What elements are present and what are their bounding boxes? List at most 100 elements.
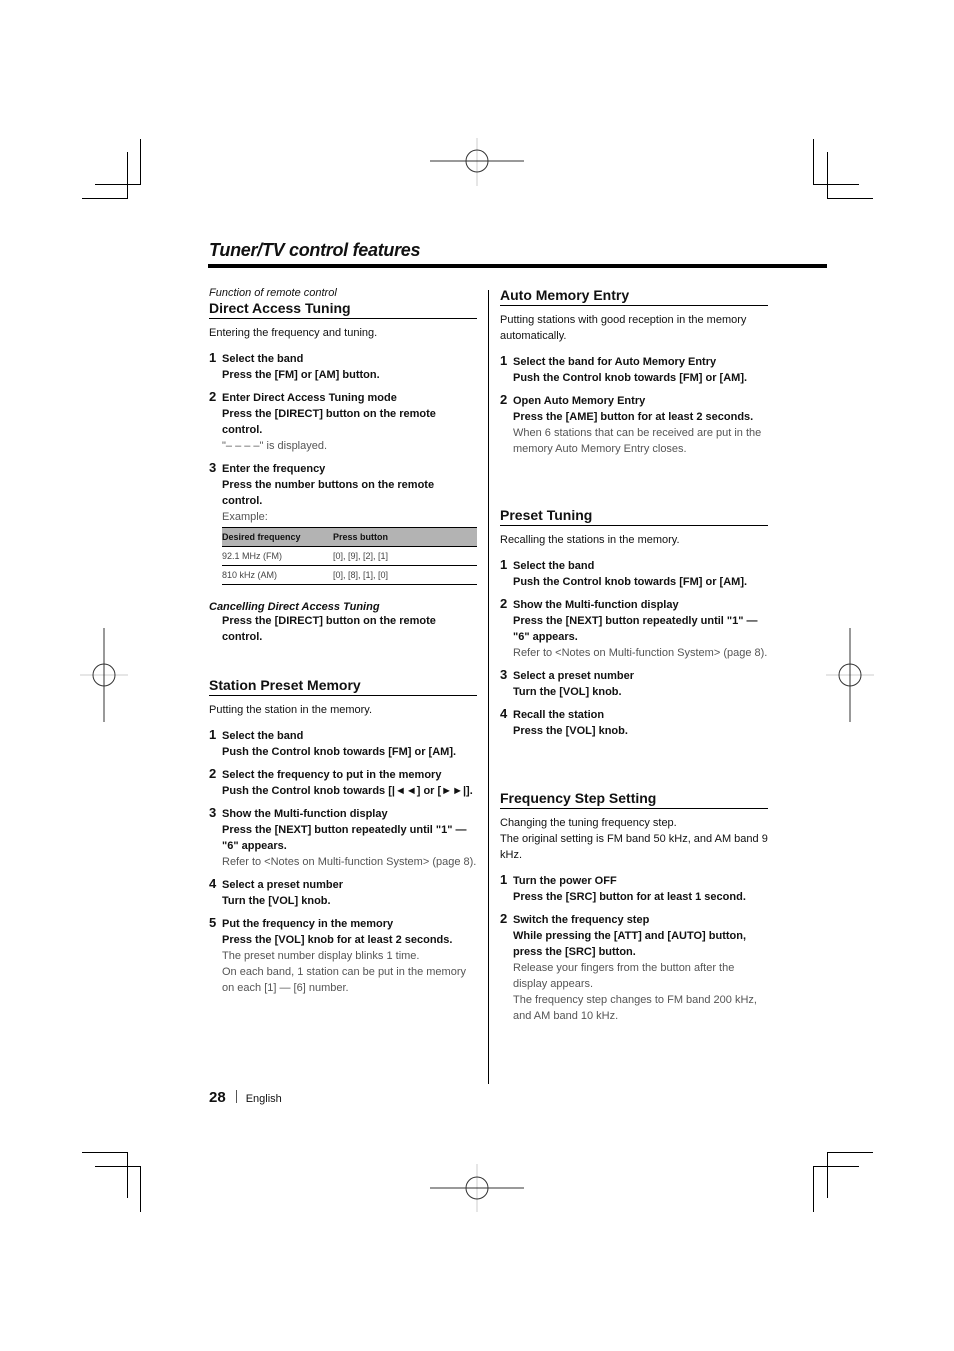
sub-heading: Cancelling Direct Access Tuning xyxy=(209,601,380,613)
step-title: Put the frequency in the memory xyxy=(222,918,394,930)
section-intro: Changing the tuning frequency step. The … xyxy=(500,817,768,861)
step-action: Push the Control knob towards [|◄◄] or [… xyxy=(222,785,473,797)
step-number: 1 xyxy=(500,872,508,887)
step-action: Push the Control knob towards [FM] or [A… xyxy=(513,372,748,384)
step-number: 2 xyxy=(209,389,217,404)
page-footer: 28 English xyxy=(209,1089,282,1106)
title-rule xyxy=(208,264,827,268)
step-title: Turn the power OFF xyxy=(513,875,617,887)
section-heading: Frequency Step Setting xyxy=(500,790,768,809)
step-action: Press the number buttons on the remote c… xyxy=(222,479,435,507)
section-intro: Putting stations with good reception in … xyxy=(500,314,747,342)
step-title: Enter Direct Access Tuning mode xyxy=(222,392,397,404)
step-number: 2 xyxy=(500,596,508,611)
registration-mark-bottom xyxy=(430,1164,524,1212)
step-title: Recall the station xyxy=(513,709,605,721)
step-number: 3 xyxy=(209,460,217,475)
step-number: 1 xyxy=(209,350,217,365)
example-table: Desired frequency Press button 92.1 MHz … xyxy=(222,527,477,585)
step: 1 Select the band Press the [FM] or [AM]… xyxy=(209,350,477,383)
table-cell: 810 kHz (AM) xyxy=(222,565,333,585)
section-heading: Preset Tuning xyxy=(500,507,768,526)
registration-mark-right xyxy=(826,628,874,722)
step: 2 Select the frequency to put in the mem… xyxy=(209,766,477,799)
step-action: Press the [NEXT] button repeatedly until… xyxy=(222,824,467,852)
step-title: Select the band xyxy=(222,730,304,742)
section-heading: Station Preset Memory xyxy=(209,677,477,696)
step-action: Press the [VOL] knob. xyxy=(513,725,628,737)
step-note: Release your fingers from the button aft… xyxy=(513,962,757,1022)
page-number: 28 xyxy=(209,1089,226,1106)
step-number: 5 xyxy=(209,915,217,930)
page-language: English xyxy=(245,1093,282,1105)
section-station-preset-memory: Station Preset Memory Putting the statio… xyxy=(209,677,477,996)
table-header-cell: Desired frequency xyxy=(222,527,333,547)
section-auto-memory-entry: Auto Memory Entry Putting stations with … xyxy=(500,287,768,457)
table-row: 92.1 MHz (FM) [0], [9], [2], [1] xyxy=(222,546,477,566)
page-title: Tuner/TV control features xyxy=(209,240,421,260)
step-title: Select a preset number xyxy=(222,879,344,891)
step-title: Show the Multi-function display xyxy=(513,599,679,611)
step-action: Press the [AME] button for at least 2 se… xyxy=(513,411,754,423)
step-number: 2 xyxy=(500,911,508,926)
step-title: Select the band xyxy=(513,560,595,572)
cancel-block: Cancelling Direct Access Tuning Press th… xyxy=(209,601,477,645)
step: 1 Select the band for Auto Memory Entry … xyxy=(500,353,768,386)
step-title: Enter the frequency xyxy=(222,463,326,475)
column-divider xyxy=(488,290,489,1084)
step-title: Select the band xyxy=(222,353,304,365)
step: 1 Turn the power OFF Press the [SRC] but… xyxy=(500,872,768,905)
step-number: 4 xyxy=(500,706,508,721)
section-intro: Recalling the stations in the memory. xyxy=(500,534,680,546)
step-number: 3 xyxy=(500,667,508,682)
step-action: Push the Control knob towards [FM] or [A… xyxy=(513,576,748,588)
step-number: 1 xyxy=(209,727,217,742)
step-title: Select the band for Auto Memory Entry xyxy=(513,356,717,368)
step: 3 Show the Multi-function display Press … xyxy=(209,805,477,870)
step: 2 Show the Multi-function display Press … xyxy=(500,596,768,661)
step-title: Select a preset number xyxy=(513,670,635,682)
footer-separator xyxy=(235,1090,237,1103)
table-cell: [0], [9], [2], [1] xyxy=(333,546,477,566)
step-note: When 6 stations that can be received are… xyxy=(513,427,762,455)
section-pre-heading: Function of remote control xyxy=(209,287,337,299)
section-heading: Auto Memory Entry xyxy=(500,287,768,306)
step: 4 Recall the station Press the [VOL] kno… xyxy=(500,706,768,739)
sub-action: Press the [DIRECT] button on the remote … xyxy=(222,615,436,643)
table-cell: 92.1 MHz (FM) xyxy=(222,546,333,566)
step-action: Press the [DIRECT] button on the remote … xyxy=(222,408,436,436)
step-action: Push the Control knob towards [FM] or [A… xyxy=(222,746,457,758)
step: 3 Enter the frequency Press the number b… xyxy=(209,460,477,585)
step: 2 Open Auto Memory Entry Press the [AME]… xyxy=(500,392,768,457)
step-title: Switch the frequency step xyxy=(513,914,650,926)
step-action: Press the [SRC] button for at least 1 se… xyxy=(513,891,746,903)
step: 3 Select a preset number Turn the [VOL] … xyxy=(500,667,768,700)
step: 1 Select the band Push the Control knob … xyxy=(500,557,768,590)
step-title: Select the frequency to put in the memor… xyxy=(222,769,442,781)
table-header-cell: Press button xyxy=(333,527,477,547)
step-number: 4 xyxy=(209,876,217,891)
section-intro: Putting the station in the memory. xyxy=(209,704,373,716)
step-action: Press the [FM] or [AM] button. xyxy=(222,369,380,381)
section-frequency-step-setting: Frequency Step Setting Changing the tuni… xyxy=(500,790,768,1024)
step-note: Refer to <Notes on Multi-function System… xyxy=(222,856,477,868)
section-intro: Entering the frequency and tuning. xyxy=(209,327,378,339)
step-note: "– – – –" is displayed. xyxy=(222,440,328,452)
table-header-row: Desired frequency Press button xyxy=(222,527,477,547)
step-action: While pressing the [ATT] and [AUTO] butt… xyxy=(513,930,747,958)
step: 5 Put the frequency in the memory Press … xyxy=(209,915,477,996)
step-number: 2 xyxy=(500,392,508,407)
step: 2 Enter Direct Access Tuning mode Press … xyxy=(209,389,477,454)
table-row: 810 kHz (AM) [0], [8], [1], [0] xyxy=(222,565,477,585)
step-note: Example: xyxy=(222,511,268,523)
step-number: 3 xyxy=(209,805,217,820)
registration-mark-left xyxy=(80,628,128,722)
step-title: Open Auto Memory Entry xyxy=(513,395,646,407)
step-number: 1 xyxy=(500,353,508,368)
step: 2 Switch the frequency step While pressi… xyxy=(500,911,768,1024)
section-preset-tuning: Preset Tuning Recalling the stations in … xyxy=(500,507,768,739)
section-heading: Direct Access Tuning xyxy=(209,300,477,319)
step: 4 Select a preset number Turn the [VOL] … xyxy=(209,876,477,909)
step-note: Refer to <Notes on Multi-function System… xyxy=(513,647,768,659)
registration-mark-top xyxy=(430,138,524,186)
